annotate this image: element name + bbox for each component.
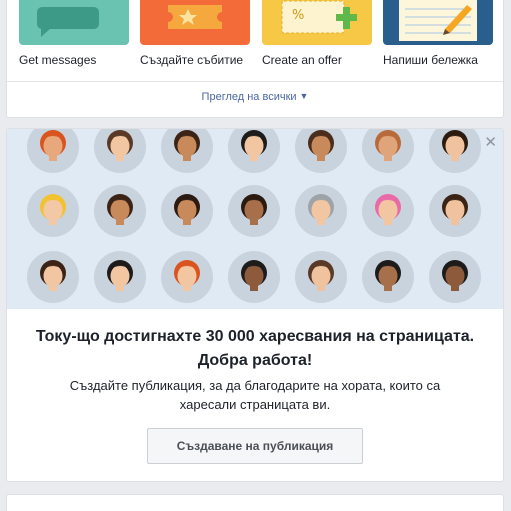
person-avatar-icon xyxy=(429,129,481,173)
person-avatar-icon xyxy=(362,251,414,303)
next-card xyxy=(6,494,504,511)
person-avatar-icon xyxy=(161,129,213,173)
chat-bubble-icon xyxy=(19,0,129,45)
coupon-icon: % xyxy=(262,0,372,45)
person-avatar-icon xyxy=(228,251,280,303)
person-avatar-icon xyxy=(94,129,146,173)
person-avatar-icon xyxy=(27,251,79,303)
person-avatar-icon xyxy=(161,251,213,303)
person-avatar-icon xyxy=(429,185,481,237)
get-messages-label: Get messages xyxy=(19,53,97,67)
person-avatar-icon xyxy=(362,185,414,237)
person-avatar-icon xyxy=(27,129,79,173)
see-all-link[interactable]: Преглед на всички ▼ xyxy=(7,91,503,103)
create-post-button[interactable]: Създаване на публикация xyxy=(147,428,363,464)
person-avatar-icon xyxy=(362,129,414,173)
milestone-title: Току-що достигнахте 30 000 харесвания на… xyxy=(7,325,503,373)
page-actions-card: Get messages Създайте събитие % Create a… xyxy=(6,0,504,118)
notepad-pencil-icon xyxy=(383,0,493,45)
milestone-description: Създайте публикация, за да благодарите н… xyxy=(69,378,441,412)
card-divider xyxy=(7,81,503,82)
person-avatar-icon xyxy=(94,251,146,303)
person-avatar-icon xyxy=(161,185,213,237)
likes-milestone-card: ✕ Току-що достигнахте 30 000 харесвания … xyxy=(6,128,504,482)
create-event-label: Създайте събитие xyxy=(140,53,244,67)
milestone-title-line-1: Току-що достигнахте 30 000 харесвания на… xyxy=(35,328,475,345)
write-note-label: Напиши бележка xyxy=(383,53,478,67)
chevron-down-icon: ▼ xyxy=(299,91,309,101)
ticket-icon xyxy=(140,0,250,45)
person-avatar-icon xyxy=(295,251,347,303)
person-avatar-icon xyxy=(94,185,146,237)
people-avatars-banner: ✕ xyxy=(7,129,503,309)
person-avatar-icon xyxy=(295,129,347,173)
person-avatar-icon xyxy=(27,185,79,237)
svg-text:%: % xyxy=(292,8,304,23)
milestone-title-line-2: Добра работа! xyxy=(197,352,313,369)
person-avatar-icon xyxy=(228,185,280,237)
close-icon[interactable]: ✕ xyxy=(484,135,497,150)
person-avatar-icon xyxy=(429,251,481,303)
person-avatar-icon xyxy=(228,129,280,173)
create-offer-label: Create an offer xyxy=(262,53,342,67)
see-all-label: Преглед на всички xyxy=(201,91,297,103)
person-avatar-icon xyxy=(295,185,347,237)
